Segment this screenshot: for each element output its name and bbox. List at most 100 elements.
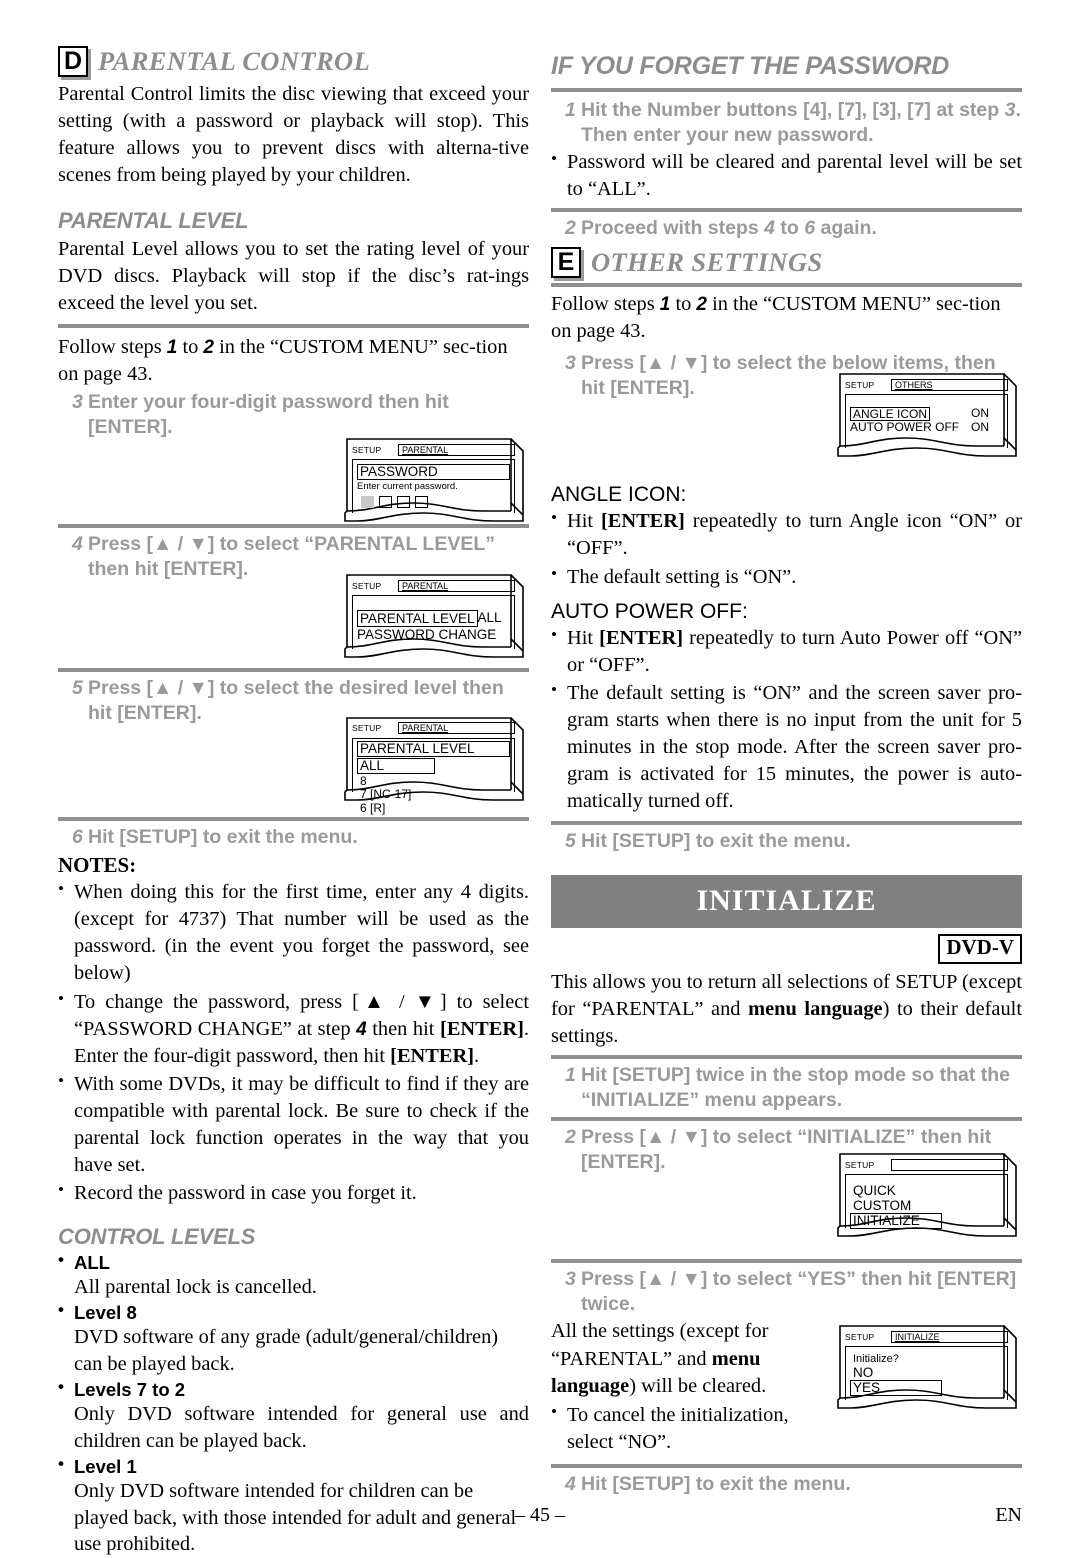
step-4-number: 4: [565, 1473, 576, 1496]
digit-box-4: [415, 496, 428, 509]
menu-item-quick[interactable]: QUICK: [850, 1183, 1003, 1198]
initialize-result-text: All the settings (except for “PARENTAL” …: [551, 1318, 821, 1399]
forgot-step-2a: Proceed with steps: [581, 217, 765, 240]
screen-title: PARENTAL: [398, 579, 515, 592]
forgot-bullets: Password will be cleared and parental le…: [551, 148, 1022, 203]
menu-value-angle-icon: ON: [971, 406, 989, 421]
level-option-all[interactable]: ALL: [357, 757, 435, 774]
divider: [551, 208, 1022, 213]
enter-key-ref: [ENTER]: [600, 510, 685, 533]
step-6-text: Hit [SETUP] to exit the menu.: [88, 825, 358, 848]
forgot-step-1-number: 1: [565, 99, 576, 121]
screen-setup-label: SETUP: [352, 444, 382, 455]
forgot-step-1-ref: 3: [1004, 99, 1016, 121]
menu-value-auto-power-off: ON: [971, 420, 989, 435]
initialize-intro: This allows you to return all selections…: [551, 969, 1022, 1050]
follow-pre: Follow steps: [551, 292, 660, 315]
tv-screen-initialize-confirm: SETUP INITIALIZE Initialize? NO YES: [836, 1324, 1022, 1416]
enter-key-ref: [ENTER]: [599, 626, 683, 649]
initialize-step-4: 4 Hit [SETUP] to exit the menu.: [551, 1472, 1022, 1497]
right-column: IF YOU FORGET THE PASSWORD 1 Hit the Num…: [551, 46, 1022, 1495]
forgot-step-2: 2 Proceed with steps 4 to 6 again.: [551, 216, 1022, 241]
control-level-label: ALL: [58, 1250, 529, 1274]
auto-power-bullet: Hit [ENTER] repeatedly to turn Auto Powe…: [551, 624, 1022, 679]
parental-control-intro: Parental Control limits the disc viewing…: [58, 83, 529, 187]
step-5-number: 5: [565, 829, 576, 852]
screen-level-list-area: SETUP PARENTAL PARENTAL LEVEL ALL 8 7 [N…: [58, 716, 529, 814]
screen-setup-label: SETUP: [352, 723, 382, 733]
screen-title: PARENTAL: [398, 443, 515, 456]
note-change-d: .: [474, 1044, 480, 1067]
menu-item-angle-icon[interactable]: ANGLE ICON: [850, 407, 931, 422]
step-4-text: Hit [SETUP] to exit the menu.: [581, 1473, 851, 1496]
step-1-number: 1: [565, 1064, 576, 1087]
auto-b1a: Hit: [567, 626, 600, 649]
level-option-7[interactable]: 7 [NC-17]: [357, 787, 510, 802]
left-column: D PARENTAL CONTROL Parental Control limi…: [58, 46, 529, 1555]
screen-parental-menu-area: SETUP PARENTAL PARENTAL LEVEL ALL PASSWO…: [58, 574, 529, 663]
divider: [58, 668, 529, 673]
section-d-title: PARENTAL CONTROL: [98, 46, 371, 76]
control-level-desc: All parental lock is cancelled.: [74, 1275, 317, 1298]
parental-level-follow-steps: Follow steps 1 to 2 in the “CUSTOM MENU”…: [58, 334, 529, 388]
divider: [551, 1259, 1022, 1264]
note-enter-2: [ENTER]: [390, 1044, 474, 1067]
confirm-option-yes[interactable]: YES: [850, 1380, 942, 1397]
forgot-step-1-text: Hit the Number buttons [4], [7], [3], [7…: [581, 98, 1022, 147]
screen-password-heading: PASSWORD: [357, 464, 510, 481]
section-e-title: OTHER SETTINGS: [591, 246, 823, 277]
parental-level-heading: PARENTAL LEVEL: [58, 207, 249, 233]
note-change-step: 4: [356, 1018, 367, 1040]
forgot-step-2-mid: to: [775, 217, 805, 240]
dvd-v-badge: DVD-V: [938, 934, 1022, 964]
step-1-text: Hit [SETUP] twice in the stop mode so th…: [581, 1064, 1011, 1111]
level-option-6[interactable]: 6 [R]: [357, 801, 510, 816]
notes-heading: NOTES:: [58, 853, 137, 878]
language-code: EN: [995, 1504, 1022, 1526]
step-6: 6 Hit [SETUP] to exit the menu.: [58, 825, 529, 850]
note-change-b: then hit: [366, 1017, 441, 1040]
forgot-step-2-ref2: 6: [804, 217, 816, 240]
angle-icon-bullet: Hit [ENTER] repeatedly to turn Angle ico…: [551, 507, 1022, 562]
forgot-password-title: IF YOU FORGET THE PASSWORD: [551, 52, 950, 80]
menu-item-parental-level[interactable]: PARENTAL LEVEL: [357, 610, 478, 628]
divider: [551, 88, 1022, 92]
follow-step-2: 2: [696, 293, 707, 315]
menu-item-password-change[interactable]: PASSWORD CHANGE: [357, 627, 510, 642]
divider: [551, 282, 1022, 287]
angle-b1a: Hit: [567, 510, 601, 533]
divider: [58, 323, 529, 328]
initialize-result-area: SETUP INITIALIZE Initialize? NO YES All …: [551, 1318, 1022, 1456]
step-3-number: 3: [565, 352, 576, 375]
step-3-text: Enter your four-digit password then hit …: [88, 391, 449, 438]
initialize-banner: INITIALIZE: [551, 875, 1022, 929]
digit-box-2: [379, 496, 392, 509]
tv-screen-parental-menu: SETUP PARENTAL PARENTAL LEVEL ALL PASSWO…: [343, 573, 529, 665]
forgot-step-2-text: Proceed with steps 4 to 6 again.: [581, 216, 1022, 241]
initialize-step-1: 1 Hit [SETUP] twice in the stop mode so …: [551, 1063, 1022, 1112]
menu-item-initialize[interactable]: INITIALIZE: [850, 1213, 942, 1230]
screen-others-area: SETUP OTHERS ANGLE ICON ON AUTO POWER OF…: [551, 373, 1022, 474]
menu-item-custom[interactable]: CUSTOM: [850, 1198, 1003, 1213]
password-digit-boxes: [357, 496, 510, 509]
level-option-8[interactable]: 8: [357, 774, 510, 789]
confirm-option-no[interactable]: NO: [850, 1365, 1003, 1380]
step-6-number: 6: [72, 825, 83, 848]
follow-step-1: 1: [166, 336, 178, 358]
section-e-heading: E OTHER SETTINGS: [551, 246, 1022, 278]
confirm-prompt: Initialize?: [853, 1353, 899, 1366]
forgot-step-2-ref1: 4: [764, 217, 775, 240]
two-column-layout: D PARENTAL CONTROL Parental Control limi…: [58, 46, 1022, 1555]
step-5-text: Hit [SETUP] to exit the menu.: [581, 829, 851, 852]
tv-screen-others: SETUP OTHERS ANGLE ICON ON AUTO POWER OF…: [836, 372, 1022, 464]
menu-item-auto-power-off[interactable]: AUTO POWER OFF: [850, 421, 959, 435]
section-d-heading: D PARENTAL CONTROL: [58, 46, 529, 77]
angle-icon-bullets: Hit [ENTER] repeatedly to turn Angle ico…: [551, 507, 1022, 590]
step-2-number: 2: [565, 1126, 576, 1149]
step-3: 3 Enter your four-digit password then hi…: [58, 390, 529, 439]
forgot-step-1: 1 Hit the Number buttons [4], [7], [3], …: [551, 98, 1022, 147]
divider: [551, 1055, 1022, 1060]
follow-mid: to: [670, 292, 697, 315]
note-item: When doing this for the first time, ente…: [58, 878, 529, 988]
menu-language-bold: menu language: [748, 997, 883, 1020]
